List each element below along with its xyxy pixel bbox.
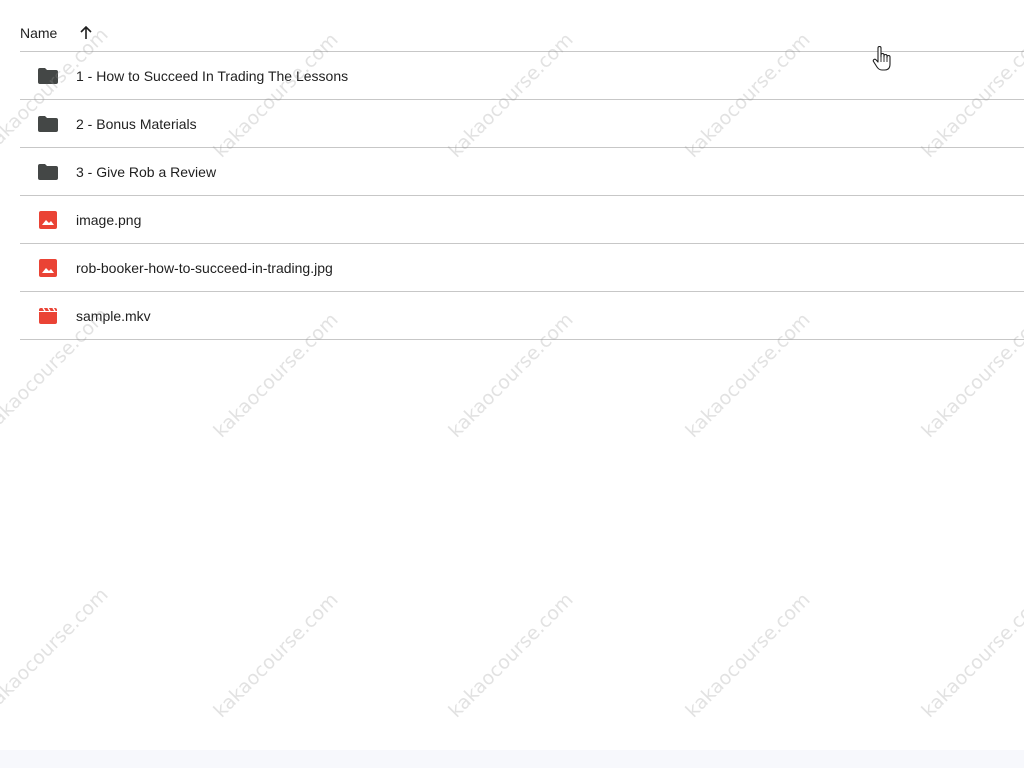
file-name: rob-booker-how-to-succeed-in-trading.jpg <box>76 259 333 276</box>
file-name: 2 - Bonus Materials <box>76 115 197 132</box>
file-row[interactable]: image.png <box>20 196 1024 244</box>
watermark: kakaocourse.com <box>917 588 1024 722</box>
image-icon <box>38 210 58 230</box>
sort-ascending-icon[interactable] <box>78 25 94 41</box>
image-icon <box>38 258 58 278</box>
hand-pointer-cursor-icon <box>872 45 892 72</box>
watermark: kakaocourse.com <box>209 588 343 722</box>
file-row[interactable]: rob-booker-how-to-succeed-in-trading.jpg <box>20 244 1024 292</box>
watermark: kakaocourse.com <box>0 583 113 717</box>
file-row[interactable]: 3 - Give Rob a Review <box>20 148 1024 196</box>
watermark: kakaocourse.com <box>681 588 815 722</box>
file-name: 3 - Give Rob a Review <box>76 163 217 180</box>
folder-icon <box>38 114 58 134</box>
name-column-header[interactable]: Name <box>20 25 57 41</box>
folder-icon <box>38 66 58 86</box>
video-icon <box>38 306 58 326</box>
list-header: Name <box>20 0 1024 52</box>
file-name: sample.mkv <box>76 307 151 324</box>
folder-icon <box>38 162 58 182</box>
file-name: 1 - How to Succeed In Trading The Lesson… <box>76 67 349 84</box>
bottom-bar <box>0 750 1024 768</box>
file-rows: 1 - How to Succeed In Trading The Lesson… <box>20 52 1024 340</box>
file-row[interactable]: sample.mkv <box>20 292 1024 340</box>
watermark: kakaocourse.com <box>444 588 578 722</box>
file-row[interactable]: 2 - Bonus Materials <box>20 100 1024 148</box>
file-name: image.png <box>76 211 142 228</box>
